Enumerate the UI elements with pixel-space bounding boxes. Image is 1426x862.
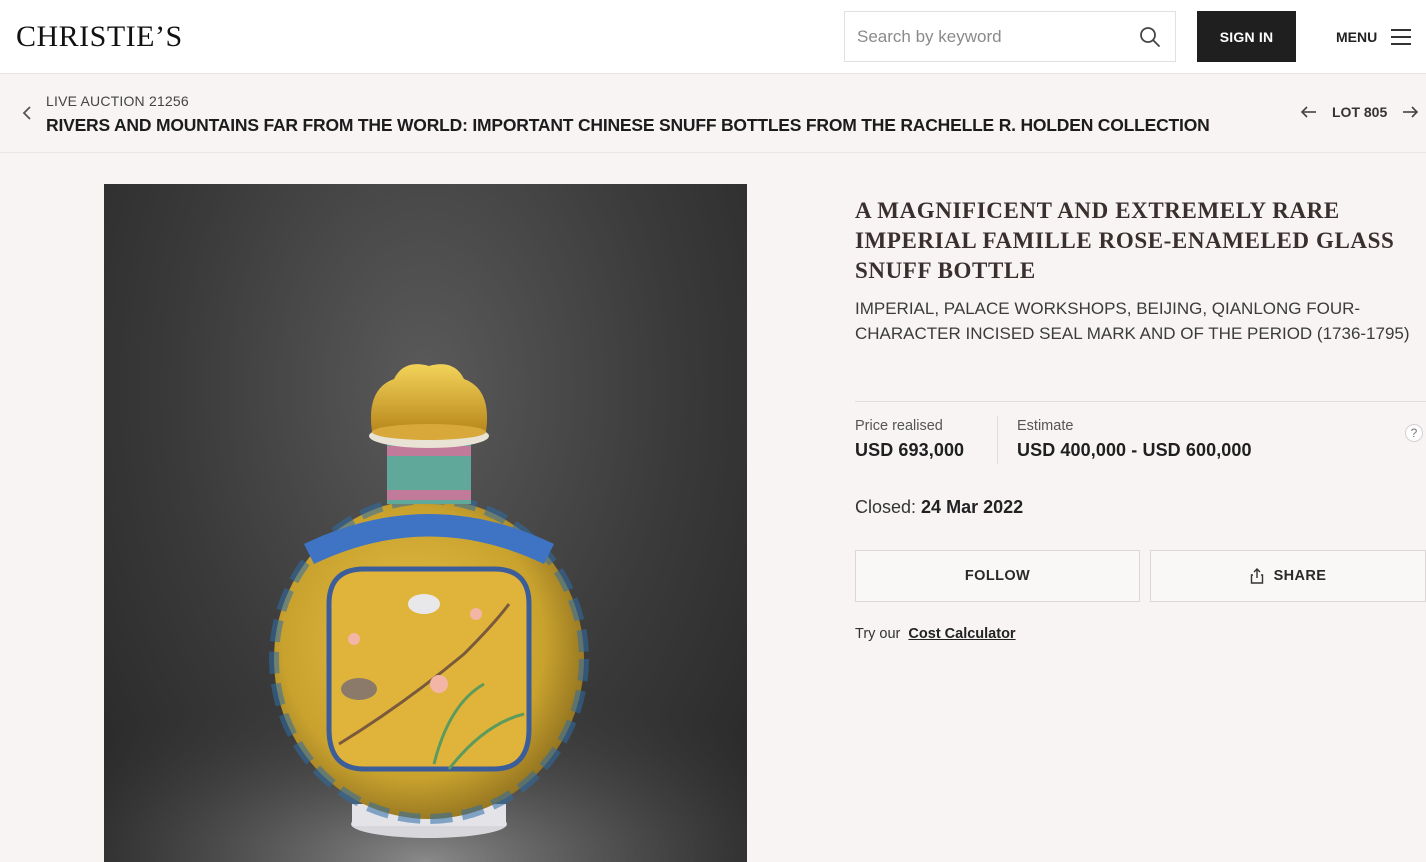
follow-button[interactable]: FOLLOW (855, 550, 1140, 602)
share-button[interactable]: SHARE (1150, 550, 1426, 602)
lot-subtitle: IMPERIAL, PALACE WORKSHOPS, BEIJING, QIA… (855, 299, 1410, 343)
lot-image[interactable] (104, 184, 747, 862)
search-box[interactable] (844, 11, 1176, 62)
details-divider (855, 401, 1426, 402)
help-icon[interactable]: ? (1405, 424, 1423, 442)
price-separator (997, 416, 998, 464)
estimate-label: Estimate (1017, 418, 1074, 434)
cost-calculator-line: Try our Cost Calculator (855, 626, 1016, 642)
auction-number[interactable]: LIVE AUCTION 21256 (46, 93, 189, 109)
arrow-right-icon[interactable] (1401, 105, 1419, 119)
lot-navigation: LOT 805 (1300, 104, 1419, 120)
closed-date: Closed: 24 Mar 2022 (855, 497, 1023, 518)
estimate: Estimate USD 400,000 - USD 600,000 (1017, 418, 1252, 461)
arrow-left-icon[interactable] (1300, 105, 1318, 119)
cost-calculator-link[interactable]: Cost Calculator (908, 626, 1015, 642)
price-label: Price realised (855, 418, 943, 434)
christies-logo[interactable]: CHRISTIE’S (16, 20, 183, 54)
estimate-value: USD 400,000 - USD 600,000 (1017, 440, 1252, 460)
auction-title[interactable]: RIVERS AND MOUNTAINS FAR FROM THE WORLD:… (46, 115, 1210, 136)
top-header: CHRISTIE’S SIGN IN MENU (0, 0, 1426, 74)
share-label: SHARE (1273, 568, 1327, 584)
share-icon (1250, 568, 1263, 584)
price-value: USD 693,000 (855, 440, 965, 460)
chevron-left-icon[interactable] (20, 104, 34, 122)
menu-label: MENU (1336, 29, 1378, 45)
closed-date-value: 24 Mar 2022 (921, 497, 1024, 517)
auction-bar (0, 74, 1426, 153)
search-icon[interactable] (1139, 26, 1161, 48)
calc-prefix: Try our (855, 626, 901, 642)
menu-button[interactable]: MENU (1336, 24, 1412, 50)
price-realised: Price realised USD 693,000 (855, 418, 964, 461)
menu-icon (1391, 29, 1412, 45)
lot-number: LOT 805 (1332, 104, 1388, 120)
sign-in-button[interactable]: SIGN IN (1197, 11, 1296, 62)
closed-label: Closed: (855, 497, 917, 517)
lot-title: A MAGNIFICENT AND EXTREMELY RARE IMPERIA… (855, 198, 1395, 283)
snuff-bottle-illustration (104, 364, 747, 862)
follow-label: FOLLOW (964, 568, 1031, 584)
search-input[interactable] (857, 24, 1127, 50)
